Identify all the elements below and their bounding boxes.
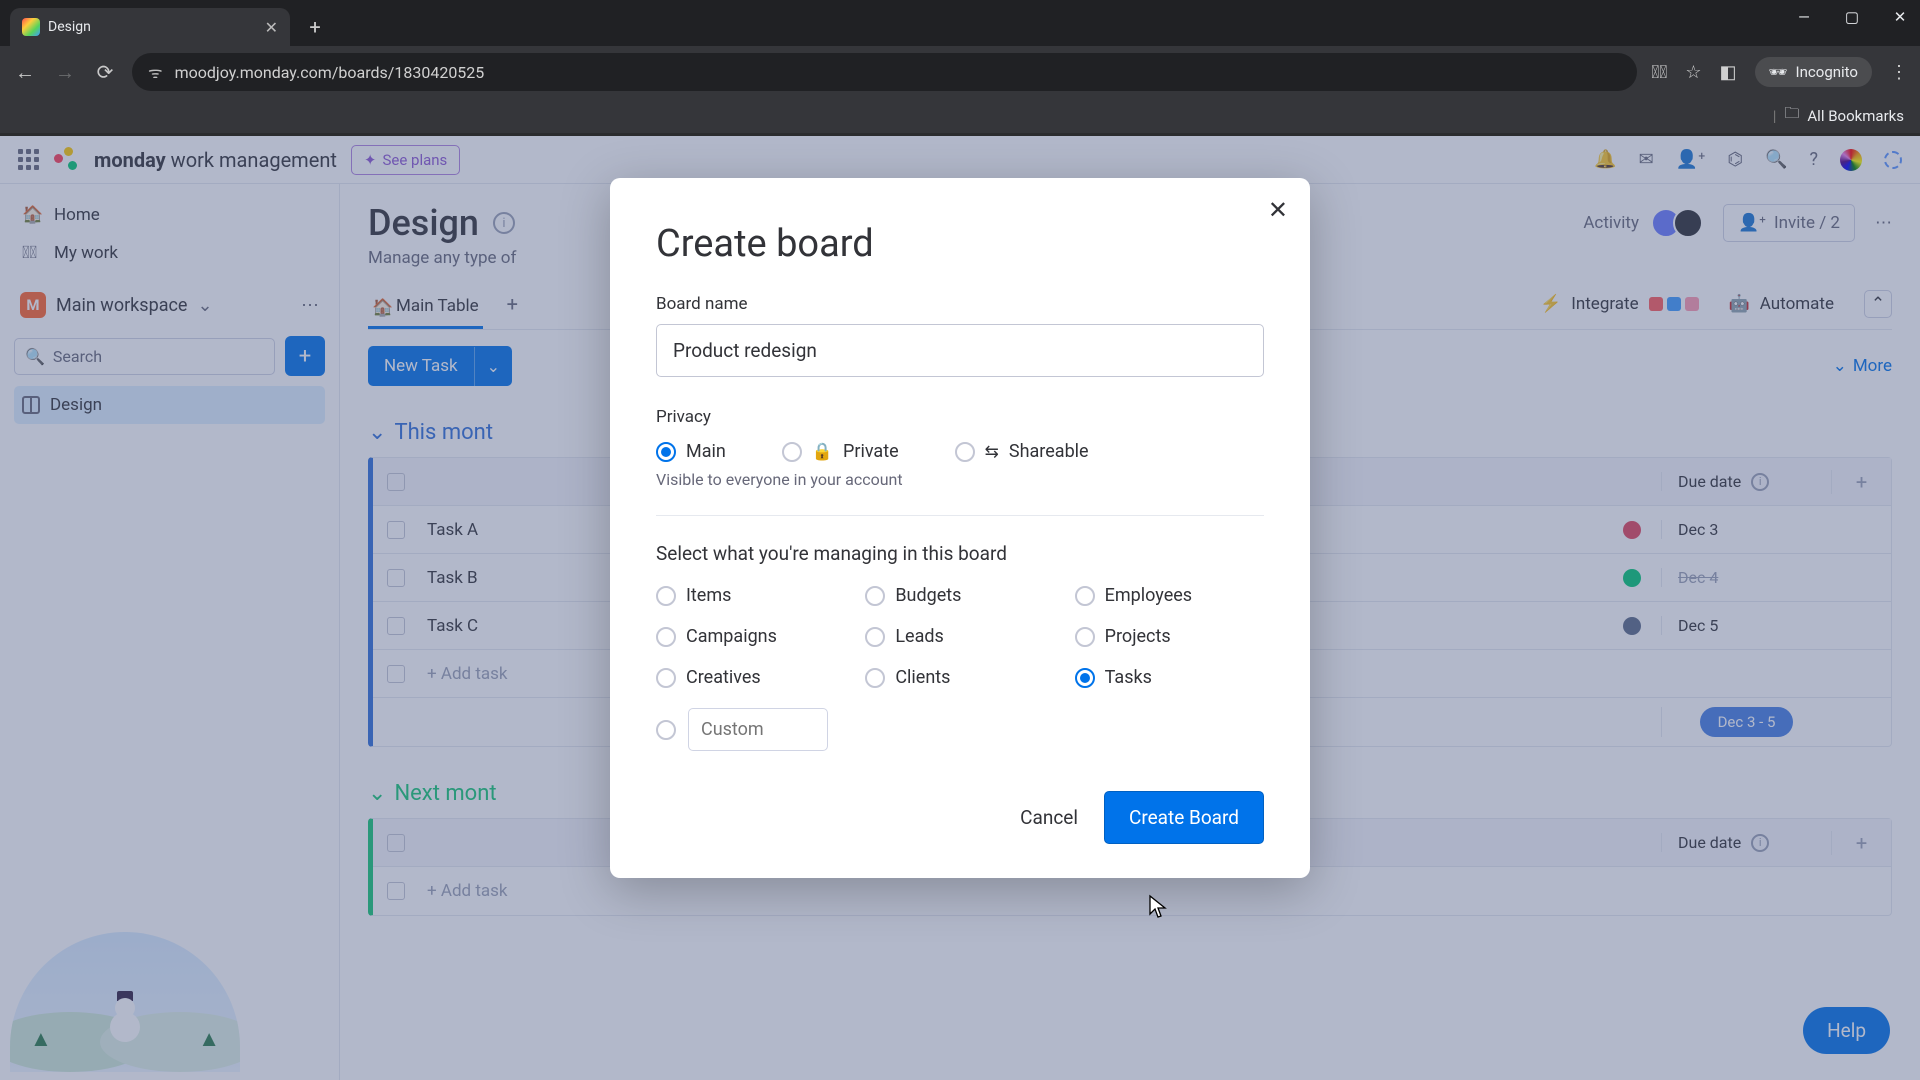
opt-label: Budgets (895, 585, 961, 606)
nav-forward-icon: → (52, 60, 78, 85)
opt-label: Employees (1105, 585, 1192, 606)
managing-title: Select what you're managing in this boar… (656, 542, 1264, 565)
incognito-chip[interactable]: 🕶 Incognito (1755, 57, 1873, 87)
managing-custom-option[interactable] (656, 720, 676, 740)
radio-icon (865, 668, 885, 688)
privacy-shareable-label: Shareable (1009, 441, 1089, 462)
cancel-button[interactable]: Cancel (1020, 806, 1078, 829)
radio-icon (656, 668, 676, 688)
url-text: moodjoy.monday.com/boards/1830420525 (175, 63, 485, 82)
managing-projects-option[interactable]: Projects (1075, 626, 1264, 647)
nav-reload-icon[interactable]: ⟳ (92, 60, 118, 84)
radio-icon (1075, 627, 1095, 647)
board-name-input[interactable] (656, 324, 1264, 377)
window-close-icon[interactable]: ✕ (1888, 8, 1912, 26)
opt-label: Items (686, 585, 731, 606)
radio-icon (865, 627, 885, 647)
radio-icon (656, 442, 676, 462)
bookmarks-bar: | 🗀 All Bookmarks (0, 98, 1920, 136)
privacy-private-label: Private (843, 441, 899, 462)
privacy-label: Privacy (656, 407, 1264, 427)
privacy-hint: Visible to everyone in your account (656, 470, 1264, 489)
radio-icon (1075, 586, 1095, 606)
managing-creatives-option[interactable]: Creatives (656, 667, 845, 688)
radio-icon (1075, 668, 1095, 688)
opt-label: Campaigns (686, 626, 777, 647)
radio-icon (865, 586, 885, 606)
privacy-private-option[interactable]: 🔒 Private (782, 441, 899, 462)
bookmark-star-icon[interactable]: ☆ (1685, 62, 1701, 83)
folder-icon: 🗀 (1784, 103, 1799, 128)
browser-tab-strip: Design ✕ + ― ▢ ✕ (0, 0, 1920, 46)
incognito-label: Incognito (1796, 63, 1858, 81)
all-bookmarks-button[interactable]: All Bookmarks (1807, 107, 1904, 125)
create-board-button[interactable]: Create Board (1104, 791, 1264, 844)
tab-close-icon[interactable]: ✕ (265, 18, 278, 37)
radio-icon (955, 442, 975, 462)
privacy-main-option[interactable]: Main (656, 441, 726, 462)
tracking-icon[interactable]: 👁̸ (1651, 62, 1667, 83)
opt-label: Projects (1105, 626, 1171, 647)
tab-favicon (22, 18, 40, 36)
divider (656, 515, 1264, 516)
managing-custom-input[interactable] (688, 708, 828, 751)
nav-back-icon[interactable]: ← (12, 60, 38, 85)
window-minimize-icon[interactable]: ― (1792, 8, 1816, 26)
managing-leads-option[interactable]: Leads (865, 626, 1054, 647)
url-bar[interactable]: ᯤ moodjoy.monday.com/boards/1830420525 (132, 53, 1637, 91)
browser-menu-icon[interactable]: ⋮ (1890, 62, 1908, 83)
sidepanel-icon[interactable]: ◧ (1719, 62, 1736, 83)
browser-tab[interactable]: Design ✕ (10, 8, 290, 46)
radio-icon (656, 720, 676, 740)
opt-label: Tasks (1105, 667, 1152, 688)
opt-label: Leads (895, 626, 943, 647)
managing-items-option[interactable]: Items (656, 585, 845, 606)
managing-budgets-option[interactable]: Budgets (865, 585, 1054, 606)
privacy-shareable-option[interactable]: ⇆ Shareable (955, 441, 1089, 462)
create-board-modal: ✕ Create board Board name Privacy Main 🔒… (610, 178, 1310, 878)
managing-employees-option[interactable]: Employees (1075, 585, 1264, 606)
new-tab-button[interactable]: + (300, 12, 330, 42)
lock-icon: 🔒 (812, 442, 833, 462)
privacy-main-label: Main (686, 441, 726, 462)
board-name-label: Board name (656, 294, 1264, 314)
share-icon: ⇆ (985, 442, 999, 462)
radio-icon (656, 627, 676, 647)
radio-icon (656, 586, 676, 606)
browser-toolbar: ← → ⟳ ᯤ moodjoy.monday.com/boards/183042… (0, 46, 1920, 98)
managing-campaigns-option[interactable]: Campaigns (656, 626, 845, 647)
opt-label: Clients (895, 667, 950, 688)
radio-icon (782, 442, 802, 462)
modal-title: Create board (656, 222, 1264, 266)
managing-clients-option[interactable]: Clients (865, 667, 1054, 688)
opt-label: Creatives (686, 667, 761, 688)
managing-tasks-option[interactable]: Tasks (1075, 667, 1264, 688)
incognito-icon: 🕶 (1769, 63, 1788, 81)
window-maximize-icon[interactable]: ▢ (1840, 8, 1864, 26)
tab-title: Design (48, 19, 91, 35)
site-info-icon[interactable]: ᯤ (148, 61, 163, 83)
modal-close-icon[interactable]: ✕ (1268, 196, 1288, 224)
